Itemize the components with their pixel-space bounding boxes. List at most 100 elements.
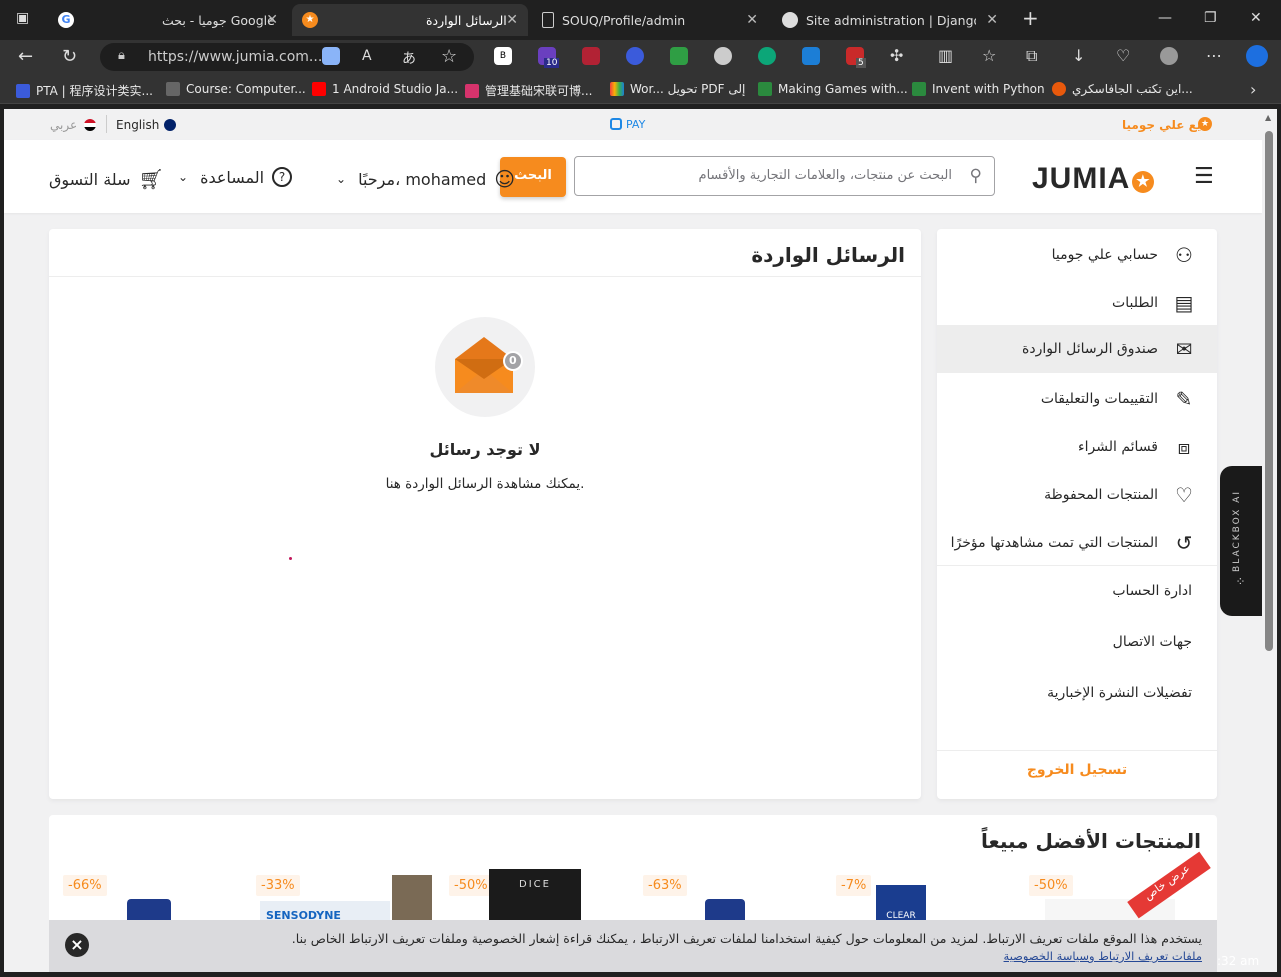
jumia-page: عربي English PAY بيع علي جوميا ★ ☰ JUMIA…: [4, 109, 1262, 972]
bookmark-course[interactable]: Course: Computer...: [166, 82, 306, 96]
close-icon[interactable]: ✕: [746, 12, 758, 28]
more-menu-icon[interactable]: ⋯: [1206, 46, 1222, 65]
scrollbar-thumb[interactable]: [1265, 131, 1273, 651]
tag-icon[interactable]: [322, 47, 340, 65]
back-icon[interactable]: ←: [18, 46, 33, 67]
account-menu[interactable]: ⌄ مرحبًا، mohamed ☺: [336, 167, 515, 191]
chart-ext-icon[interactable]: [670, 47, 688, 65]
scroll-up-icon[interactable]: ▲: [1265, 113, 1271, 122]
profile-avatar[interactable]: [1160, 47, 1178, 65]
page-title: الرسائل الواردة: [751, 243, 905, 267]
bookmark-chinese[interactable]: 管理基础宋联可博...: [465, 82, 592, 99]
logo-text: JUMIA: [1032, 162, 1131, 195]
sidebar-item-vouchers[interactable]: ⧈ قسائم الشراء: [937, 423, 1217, 471]
favorites-icon[interactable]: ☆: [982, 46, 996, 65]
envelope-icon: [455, 337, 523, 393]
discount-badge: -63%: [643, 875, 687, 896]
refresh-icon[interactable]: ↻: [62, 46, 77, 67]
blackbox-ai-label: BLACKBOX AI: [1232, 490, 1242, 572]
bookmark-invent-python[interactable]: Invent with Python: [912, 82, 1045, 96]
tab-django[interactable]: Site administration | Django site ✕: [772, 4, 1008, 36]
cookie-policy-link[interactable]: ملفات تعريف الارتباط وسياسة الخصوصية: [1004, 949, 1202, 963]
bookmark-js[interactable]: اين تكتب الجافاسكري...: [1052, 82, 1193, 96]
split-screen-icon[interactable]: ▥: [938, 46, 953, 65]
sidebar-item-newsletter[interactable]: تفضيلات النشرة الإخبارية: [937, 669, 1217, 717]
blackbox-ai-panel[interactable]: BLACKBOX AI ⁘: [1220, 466, 1262, 616]
sidebar-item-inbox[interactable]: ✉ صندوق الرسائل الواردة: [937, 325, 1217, 373]
new-tab-icon[interactable]: +: [1022, 6, 1039, 30]
empty-inbox-illustration: 0: [435, 317, 535, 417]
maximize-icon[interactable]: ❐: [1204, 10, 1217, 26]
favorite-star-icon[interactable]: ☆: [441, 46, 457, 67]
sell-on-jumia-link[interactable]: بيع علي جوميا: [1122, 118, 1206, 132]
extension-b-icon[interactable]: B: [494, 47, 512, 65]
globe-icon[interactable]: [626, 47, 644, 65]
jumia-pay-label[interactable]: PAY: [626, 118, 645, 131]
search-input[interactable]: ⚲ البحث عن منتجات، والعلامات التجارية وا…: [574, 156, 995, 196]
inbox-panel: الرسائل الواردة 0 لا توجد رسائل يمكنك مش…: [49, 229, 921, 799]
minimize-icon[interactable]: —: [1158, 10, 1172, 26]
extension-wave-icon[interactable]: [802, 47, 820, 65]
translate-icon[interactable]: あ: [402, 48, 416, 68]
empty-state-subtitle: يمكنك مشاهدة الرسائل الواردة هنا.: [385, 476, 585, 492]
cart-link[interactable]: سلة التسوق 🛒︎: [49, 167, 164, 191]
bookmark-icon: [1052, 82, 1066, 96]
health-icon[interactable]: ♡: [1116, 46, 1130, 65]
collections-icon[interactable]: ⧉: [1026, 46, 1037, 66]
bookmark-icon: [166, 82, 180, 96]
sidebar-item-recently-viewed[interactable]: ↺ المنتجات التي تمت مشاهدتها مؤخرًا: [937, 519, 1217, 567]
bookmark-label: 1 Android Studio Ja...: [332, 82, 459, 96]
tab-inbox[interactable]: ★ الرسائل الواردة ✕: [292, 4, 528, 36]
help-menu[interactable]: ⌄ المساعدة ?: [178, 167, 293, 187]
sidebar-item-account-management[interactable]: ادارة الحساب: [937, 567, 1217, 615]
section-title: المنتجات الأفضل مبيعاً: [981, 829, 1201, 853]
sidebar-item-addresses[interactable]: جهات الاتصال: [937, 618, 1217, 666]
lang-ar-link[interactable]: عربي: [50, 118, 77, 132]
bookmark-label: Wor... تحويل PDF إلى: [630, 82, 746, 96]
top-strip: عربي English PAY بيع علي جوميا ★: [4, 109, 1262, 140]
logout-button[interactable]: تسجيل الخروج: [937, 762, 1217, 778]
download-icon[interactable]: ↓: [1072, 46, 1085, 65]
tab-google[interactable]: G جوميا - بحث Google ✕: [48, 4, 288, 36]
gear-icon[interactable]: [714, 47, 732, 65]
bookmark-label: Invent with Python: [932, 82, 1045, 96]
sidebar-item-orders[interactable]: ▤ الطلبات: [937, 279, 1217, 327]
close-icon[interactable]: ✕: [266, 12, 278, 28]
tab-souq[interactable]: SOUQ/Profile/admin ✕: [532, 4, 768, 36]
sidebar-item-my-account[interactable]: ⚇ حسابي علي جوميا: [937, 231, 1217, 279]
extensions-puzzle-icon[interactable]: ✣: [890, 46, 903, 65]
egypt-flag-icon: [84, 119, 96, 131]
bing-chat-icon[interactable]: [1246, 45, 1268, 67]
cursor-dot: [289, 557, 292, 560]
bookmark-making-games[interactable]: Making Games with...: [758, 82, 908, 96]
extension-badge: 10: [544, 58, 560, 68]
uk-flag-icon: [164, 119, 176, 131]
jumia-logo[interactable]: JUMIA ★: [1032, 162, 1155, 196]
bookmark-icon: [912, 82, 926, 96]
bookmark-pta[interactable]: PTA | 程序设计类实...: [16, 82, 153, 99]
chevron-right-icon[interactable]: ›: [1250, 80, 1256, 99]
user-check-icon: ☺: [494, 167, 516, 191]
bookmark-youtube[interactable]: 1 Android Studio Ja...: [312, 82, 458, 96]
bookmark-pdf[interactable]: Wor... تحويل PDF إلى: [610, 82, 745, 96]
sidebar-item-label: المنتجات المحفوظة: [1044, 487, 1158, 503]
sidebar-item-reviews[interactable]: ✎ التقييمات والتعليقات: [937, 375, 1217, 423]
close-icon[interactable]: ✕: [986, 12, 998, 28]
bookmark-label: اين تكتب الجافاسكري...: [1072, 82, 1193, 96]
browser-tab-bar: ▣ G جوميا - بحث Google ✕ ★ الرسائل الوار…: [0, 0, 1281, 40]
sidebar-item-label: الطلبات: [1112, 295, 1158, 311]
hamburger-menu-icon[interactable]: ☰: [1194, 164, 1214, 189]
youtube-icon: [312, 82, 326, 96]
page-scrollbar[interactable]: ▲: [1262, 109, 1277, 972]
read-aloud-icon[interactable]: A: [362, 48, 372, 64]
extension-arrows-icon[interactable]: [758, 47, 776, 65]
close-icon[interactable]: ✕: [506, 12, 518, 28]
lang-en-link[interactable]: English: [116, 118, 159, 132]
tab-actions-icon[interactable]: ▣: [16, 10, 29, 26]
close-icon[interactable]: ×: [65, 933, 89, 957]
close-window-icon[interactable]: ✕: [1250, 10, 1262, 26]
sidebar-item-saved[interactable]: ♡ المنتجات المحفوظة: [937, 471, 1217, 519]
url-field[interactable]: 🔒︎ https://www.jumia.com....: [100, 43, 474, 71]
history-icon: ↺: [1175, 531, 1193, 555]
flag-icon[interactable]: [582, 47, 600, 65]
